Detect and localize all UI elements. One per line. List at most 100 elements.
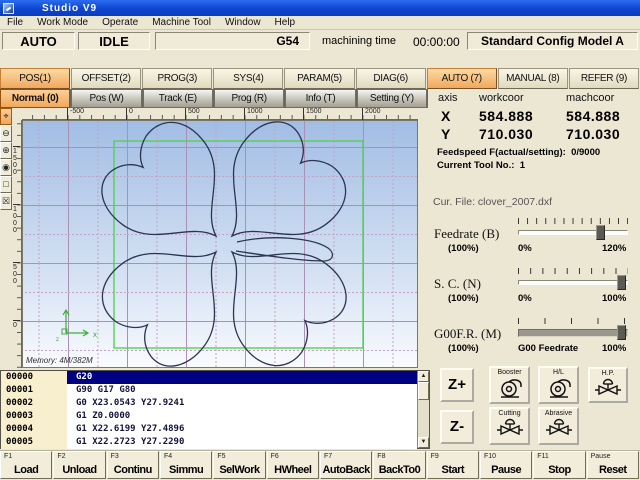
- line-number: 00002: [1, 397, 67, 410]
- fkey-simmu[interactable]: F4 Simmu: [160, 451, 212, 479]
- fkey-reset[interactable]: Pause Reset: [587, 451, 639, 479]
- scroll-up-icon[interactable]: ▲: [418, 371, 429, 382]
- menu-file[interactable]: File: [0, 16, 30, 29]
- g00-handle[interactable]: [617, 325, 626, 340]
- g00-max: 100%: [602, 343, 626, 354]
- wcs-indicator: G54: [155, 32, 310, 50]
- menu-work-mode[interactable]: Work Mode: [30, 16, 95, 29]
- tab-param[interactable]: PARAM(5): [284, 68, 354, 89]
- line-code: G90 G17 G80: [67, 384, 417, 397]
- feedrate-handle[interactable]: [596, 225, 605, 240]
- machcoor-header: machcoor: [566, 92, 614, 104]
- zoom-in-icon[interactable]: ⊕: [0, 142, 12, 159]
- line-number: 00004: [1, 423, 67, 436]
- spindle-handle[interactable]: [617, 275, 626, 290]
- center-view-icon[interactable]: ⌖: [0, 108, 12, 125]
- fkey-continu[interactable]: F3 Continu: [107, 451, 159, 479]
- fkey-load[interactable]: F1 Load: [0, 451, 52, 479]
- menu-operate[interactable]: Operate: [95, 16, 145, 29]
- subtab-setting[interactable]: Setting (Y): [357, 89, 427, 108]
- feedrate-track[interactable]: [518, 230, 628, 235]
- g00-track[interactable]: [518, 329, 628, 337]
- ruler-horizontal: -500 0 500 1000 1500 2000: [22, 108, 418, 120]
- g00-ticks: [518, 318, 628, 324]
- fkey-backto0[interactable]: F8 BackTo0: [373, 451, 425, 479]
- menu-machine-tool[interactable]: Machine Tool: [145, 16, 218, 29]
- focus-center-icon[interactable]: ◉: [0, 159, 12, 176]
- g00-current: (100%): [448, 343, 479, 354]
- scrollbar-thumb[interactable]: [418, 382, 429, 400]
- tab-sys[interactable]: SYS(4): [213, 68, 283, 89]
- line-code: G1 X22.6199 Y27.4896: [67, 423, 417, 436]
- view-toolbar: ⌖ ⊖ ⊕ ◉ □ ☒: [0, 108, 12, 210]
- ruler-vertical: 1500 1000 500 0: [11, 120, 22, 368]
- z-plus-button[interactable]: Z+: [440, 368, 474, 402]
- line-code: G20: [67, 371, 417, 384]
- menu-bar: File Work Mode Operate Machine Tool Wind…: [0, 16, 640, 30]
- z-minus-button[interactable]: Z-: [440, 410, 474, 444]
- window-title: Studio V9: [42, 3, 97, 14]
- scroll-down-icon[interactable]: ▼: [418, 437, 429, 448]
- booster-button[interactable]: Booster: [489, 366, 530, 404]
- box-zoom-icon[interactable]: □: [0, 176, 12, 193]
- program-line[interactable]: 00003 G1 Z0.0000: [1, 410, 417, 423]
- valve-icon: [497, 418, 523, 440]
- fkey-start[interactable]: F9 Start: [427, 451, 479, 479]
- x-workcoor-value: 584.888: [479, 108, 533, 124]
- line-number: 00005: [1, 436, 67, 449]
- y-workcoor-value: 710.030: [479, 126, 533, 142]
- subtab-info[interactable]: Info (T): [285, 89, 355, 108]
- blower-icon: [546, 377, 572, 399]
- menu-window[interactable]: Window: [218, 16, 268, 29]
- axis-x-label: x: [93, 330, 97, 339]
- program-listing[interactable]: 00000 G20 00001 G90 G17 G80 00002 G0 X23…: [0, 370, 430, 449]
- tab-diag[interactable]: DIAG(6): [356, 68, 426, 89]
- tab-prog[interactable]: PROG(3): [142, 68, 212, 89]
- tab-pos[interactable]: POS(1): [0, 68, 70, 89]
- abrasive-button[interactable]: Abrasive: [538, 407, 579, 445]
- g00-min: G00 Feedrate: [518, 343, 578, 354]
- program-scrollbar[interactable]: ▲ ▼: [417, 371, 429, 448]
- subtab-normal[interactable]: Normal (0): [0, 89, 70, 108]
- fkey-hwheel[interactable]: F6 HWheel: [267, 451, 319, 479]
- menu-help[interactable]: Help: [268, 16, 303, 29]
- config-indicator: Standard Config Model A: [467, 32, 638, 50]
- line-number: 00000: [1, 371, 67, 384]
- cutting-button[interactable]: Cutting: [489, 407, 530, 445]
- fkey-stop[interactable]: F11 Stop: [533, 451, 585, 479]
- fkey-autoback[interactable]: F7 AutoBack: [320, 451, 372, 479]
- program-line[interactable]: 00001 G90 G17 G80: [1, 384, 417, 397]
- tab-manual[interactable]: MANUAL (8): [498, 68, 568, 89]
- high-low-button[interactable]: H/L: [538, 366, 579, 404]
- clear-trace-icon[interactable]: ☒: [0, 193, 12, 210]
- spindle-track[interactable]: [518, 280, 628, 285]
- subtab-pos[interactable]: Pos (W): [71, 89, 141, 108]
- tab-refer[interactable]: REFER (9): [569, 68, 639, 89]
- line-code: G1 Z0.0000: [67, 410, 417, 423]
- feedrate-max: 120%: [602, 243, 626, 254]
- program-line[interactable]: 00002 G0 X23.0543 Y27.9241: [1, 397, 417, 410]
- zoom-out-icon[interactable]: ⊖: [0, 125, 12, 142]
- toolpath-viewport[interactable]: x z: [22, 120, 418, 368]
- spindle-current: (100%): [448, 293, 479, 304]
- program-line[interactable]: 00005 G1 X22.2723 Y27.2290: [1, 436, 417, 449]
- feedrate-label: Feedrate (B): [434, 226, 499, 242]
- tab-auto[interactable]: AUTO (7): [427, 68, 497, 89]
- fkey-selwork[interactable]: F5 SelWork: [213, 451, 265, 479]
- program-line[interactable]: 00000 G20: [1, 371, 417, 384]
- subtab-prog[interactable]: Prog (R): [214, 89, 284, 108]
- ruler-x-label: 2000: [362, 108, 381, 120]
- toolpath-canvas: x z: [23, 121, 417, 367]
- tab-offset[interactable]: OFFSET(2): [71, 68, 141, 89]
- fkey-pause[interactable]: F10 Pause: [480, 451, 532, 479]
- ruler-x-label: 1000: [244, 108, 263, 120]
- program-line[interactable]: 00004 G1 X22.6199 Y27.4896: [1, 423, 417, 436]
- machining-time-value: 00:00:00: [413, 35, 460, 49]
- valve-icon: [595, 378, 621, 400]
- valve-icon: [546, 418, 572, 440]
- subtab-track[interactable]: Track (E): [143, 89, 213, 108]
- spindle-max: 100%: [602, 293, 626, 304]
- hp-button[interactable]: H.P.: [588, 367, 628, 403]
- fkey-unload[interactable]: F2 Unload: [53, 451, 105, 479]
- memory-status: Memory: 4M/382M: [26, 356, 93, 365]
